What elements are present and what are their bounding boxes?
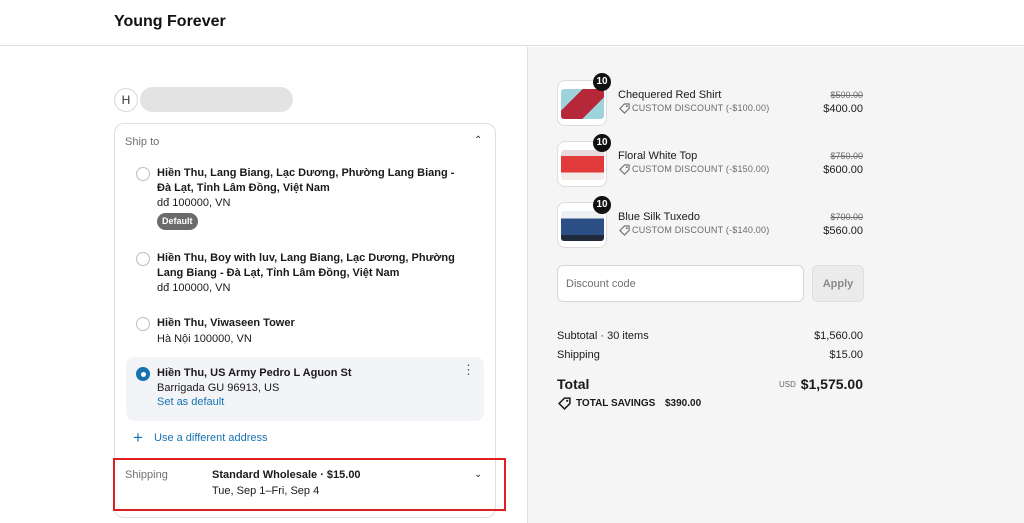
address-4-detail: Barrigada GU 96913, US	[157, 382, 280, 394]
chevron-up-icon[interactable]: ⌃	[474, 135, 482, 146]
quantity-badge: 10	[593, 196, 611, 214]
ship-to-title: Ship to	[125, 136, 160, 148]
chevron-down-icon[interactable]: ⌄	[474, 469, 482, 480]
address-radio-2[interactable]	[136, 252, 150, 266]
use-different-address-link[interactable]: Use a different address	[154, 432, 268, 444]
account-email-placeholder[interactable]	[140, 87, 293, 112]
header: Young Forever	[0, 0, 1024, 46]
shipping-method: Standard Wholesale · $15.00	[212, 469, 361, 481]
address-2-name: Hiền Thu, Boy with luv, Lang Biang, Lạc …	[157, 251, 457, 281]
set-as-default-link[interactable]: Set as default	[157, 396, 224, 408]
address-1-name: Hiền Thu, Lang Biang, Lạc Dương, Phường …	[157, 166, 457, 196]
original-price: $750.00	[830, 151, 863, 161]
quantity-badge: 10	[593, 73, 611, 91]
address-3-detail: Hà Nội 100000, VN	[157, 333, 252, 345]
product-image-red-shirt	[561, 89, 604, 119]
address-1-detail: dđ 100000, VN	[157, 197, 231, 209]
address-4-name: Hiền Thu, US Army Pedro L Aguon St	[157, 367, 352, 379]
discount-tag-icon	[619, 103, 630, 114]
original-price: $500.00	[830, 90, 863, 100]
shipping-summary-value: $15.00	[829, 349, 863, 361]
quantity-badge: 10	[593, 134, 611, 152]
product-name: Blue Silk Tuxedo	[618, 211, 700, 223]
product-discount: CUSTOM DISCOUNT (-$140.00)	[632, 225, 770, 235]
address-radio-3[interactable]	[136, 317, 150, 331]
discount-code-input[interactable]	[557, 265, 804, 302]
discounted-price: $600.00	[823, 164, 863, 176]
total-savings-label: TOTAL SAVINGS	[576, 398, 656, 409]
plus-icon[interactable]: +	[133, 429, 143, 446]
original-price: $700.00	[830, 212, 863, 222]
savings-tag-icon	[558, 397, 571, 410]
address-radio-4[interactable]	[136, 367, 150, 381]
product-discount: CUSTOM DISCOUNT (-$100.00)	[632, 103, 770, 113]
product-image-floral-top	[561, 150, 604, 180]
address-1-line-2: Đà Lạt, Tỉnh Lâm Đồng, Việt Nam	[157, 182, 330, 194]
total-value: $1,575.00	[800, 376, 863, 392]
address-radio-1[interactable]	[136, 167, 150, 181]
apply-discount-button[interactable]: Apply	[812, 265, 864, 302]
total-label: Total	[557, 376, 590, 392]
store-brand[interactable]: Young Forever	[114, 13, 226, 31]
discounted-price: $400.00	[823, 103, 863, 115]
subtotal-label: Subtotal · 30 items	[557, 330, 649, 342]
address-3-name: Hiền Thu, Viwaseen Tower	[157, 317, 295, 329]
discount-tag-icon	[619, 164, 630, 175]
discount-tag-icon	[619, 225, 630, 236]
shipping-summary-label: Shipping	[557, 349, 600, 361]
address-2-line-1: Hiền Thu, Boy with luv, Lang Biang, Lạc …	[157, 252, 455, 264]
subtotal-value: $1,560.00	[814, 330, 863, 342]
more-options-icon[interactable]: ⋮	[462, 363, 475, 376]
shipping-dates: Tue, Sep 1–Fri, Sep 4	[212, 485, 320, 497]
currency-code: USD	[779, 380, 796, 389]
shipping-label: Shipping	[125, 469, 168, 481]
address-2-line-2: Lang Biang - Đà Lạt, Tỉnh Lâm Đồng, Việt…	[157, 267, 400, 279]
discounted-price: $560.00	[823, 225, 863, 237]
product-name: Floral White Top	[618, 150, 698, 162]
account-avatar[interactable]: H	[114, 88, 138, 112]
default-badge: Default	[157, 213, 198, 230]
address-2-detail: dđ 100000, VN	[157, 282, 231, 294]
address-1-line-1: Hiền Thu, Lang Biang, Lạc Dương, Phường …	[157, 167, 455, 179]
total-savings-value: $390.00	[665, 398, 702, 409]
product-image-blue-tuxedo	[561, 211, 604, 241]
product-discount: CUSTOM DISCOUNT (-$150.00)	[632, 164, 770, 174]
product-name: Chequered Red Shirt	[618, 89, 722, 101]
